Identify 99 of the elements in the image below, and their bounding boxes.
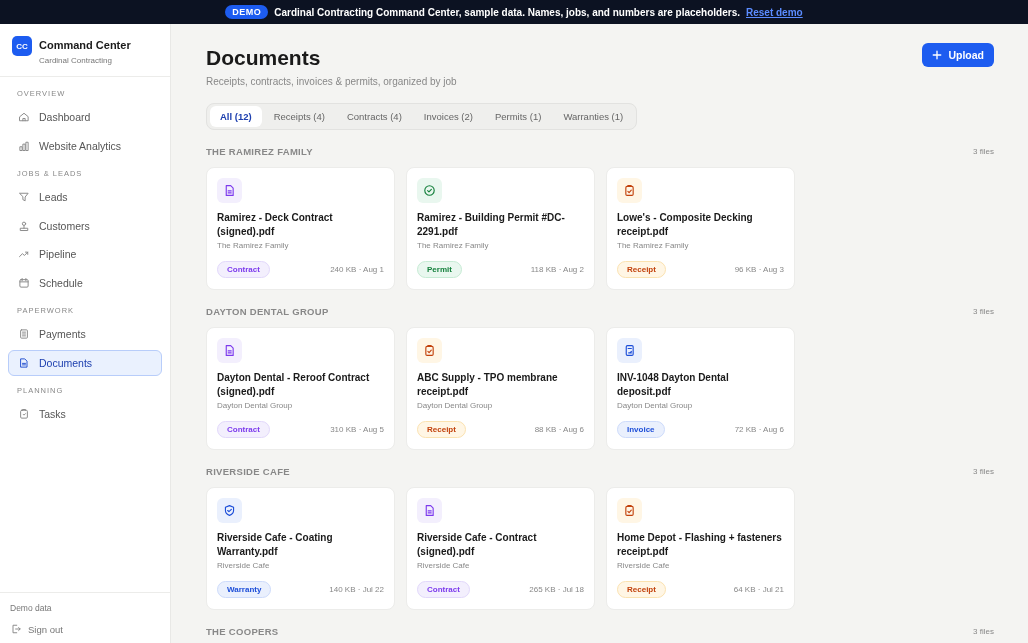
file-meta: 72 KB · Aug 6 bbox=[734, 425, 784, 434]
document-type-tag: Receipt bbox=[617, 261, 666, 278]
group-heading: THE RAMIREZ FAMILY bbox=[206, 146, 313, 157]
group-heading: THE COOPERS bbox=[206, 626, 279, 637]
client-name: Riverside Cafe bbox=[617, 561, 671, 570]
document-card[interactable]: Home Depot - Flashing + fasteners receipt.pdf Riverside Cafe Receipt 64 KB · Jul 21 bbox=[606, 487, 795, 610]
document-title: Home Depot - Flashing + fasteners receipt.pdf bbox=[617, 531, 783, 559]
clipboard-check-icon bbox=[423, 344, 436, 357]
page-subtitle: Receipts, contracts, invoices & permits, organized by job bbox=[206, 76, 457, 87]
sign-out-icon bbox=[10, 623, 22, 635]
client-name: Riverside Cafe bbox=[217, 561, 271, 570]
document-card[interactable]: Riverside Cafe - Contract (signed).pdf Riverside Cafe Contract 265 KB · Jul 18 bbox=[406, 487, 595, 610]
client-name: Dayton Dental Group bbox=[217, 401, 294, 410]
file-meta: 96 KB · Aug 3 bbox=[734, 265, 784, 274]
invoice-icon bbox=[623, 344, 636, 357]
demo-badge: DEMO bbox=[225, 5, 269, 19]
app-name: Command Center bbox=[39, 39, 131, 51]
file-meta: 140 KB · Jul 22 bbox=[329, 585, 384, 594]
client-name: The Ramirez Family bbox=[217, 241, 290, 250]
document-card[interactable]: ABC Supply - TPO membrane receipt.pdf Dayton Dental Group Receipt 88 KB · Aug 6 bbox=[406, 327, 595, 450]
filter-tab[interactable]: Invoices (2) bbox=[413, 106, 483, 127]
clipboard-check-icon bbox=[623, 184, 636, 197]
filter-icon bbox=[18, 191, 30, 203]
clipboard-icon bbox=[18, 408, 30, 420]
sidebar-item[interactable]: Website Analytics bbox=[8, 132, 162, 159]
document-title: Ramirez - Building Permit #DC-2291.pdf bbox=[417, 211, 566, 239]
document-title: Riverside Cafe - Contract (signed).pdf bbox=[417, 531, 538, 559]
document-card[interactable]: Riverside Cafe - Coating Warranty.pdf Riverside Cafe Warranty 140 KB · Jul 22 bbox=[206, 487, 395, 610]
document-title: Lowe's - Composite Decking receipt.pdf bbox=[617, 211, 754, 239]
sidebar-item[interactable]: Schedule bbox=[8, 269, 162, 296]
document-card[interactable]: Lowe's - Composite Decking receipt.pdf The Ramirez Family Receipt 96 KB · Aug 3 bbox=[606, 167, 795, 290]
document-type-tag: Contract bbox=[217, 261, 270, 278]
document-icon bbox=[223, 344, 236, 357]
clipboard-check-icon bbox=[623, 504, 636, 517]
upload-button[interactable]: Upload bbox=[922, 43, 994, 67]
document-type-tag: Contract bbox=[217, 421, 270, 438]
file-meta: 240 KB · Aug 1 bbox=[330, 265, 384, 274]
client-name: Dayton Dental Group bbox=[617, 401, 694, 410]
file-count: 3 files bbox=[973, 467, 994, 476]
filter-tab[interactable]: Permits (1) bbox=[484, 106, 552, 127]
document-title: Riverside Cafe - Coating Warranty.pdf bbox=[217, 531, 334, 559]
document-card[interactable]: Ramirez - Deck Contract (signed).pdf The Ramirez Family Contract 240 KB · Aug 1 bbox=[206, 167, 395, 290]
document-card[interactable]: INV-1048 Dayton Dental deposit.pdf Dayton Dental Group Invoice 72 KB · Aug 6 bbox=[606, 327, 795, 450]
document-type-tag: Receipt bbox=[417, 421, 466, 438]
sidebar-item[interactable]: Payments bbox=[8, 321, 162, 347]
check-circle-icon bbox=[423, 184, 436, 197]
document-icon bbox=[223, 184, 236, 197]
filter-tab[interactable]: Contracts (4) bbox=[336, 106, 412, 127]
receipt-icon bbox=[18, 328, 30, 340]
document-icon bbox=[18, 356, 30, 369]
sidebar-item[interactable]: Customers bbox=[8, 212, 162, 239]
company-name: Cardinal Contracting bbox=[39, 56, 113, 65]
document-title: Dayton Dental - Reroof Contract (signed).pdf bbox=[217, 371, 371, 399]
file-meta: 118 KB · Aug 2 bbox=[530, 265, 584, 274]
trend-icon bbox=[18, 248, 30, 260]
reset-demo-link[interactable]: Reset demo bbox=[746, 6, 803, 18]
document-icon bbox=[423, 504, 436, 517]
plus-icon bbox=[932, 50, 943, 60]
document-card[interactable]: Ramirez - Building Permit #DC-2291.pdf The Ramirez Family Permit 118 KB · Aug 2 bbox=[406, 167, 595, 290]
client-name: Riverside Cafe bbox=[417, 561, 471, 570]
document-title: INV-1048 Dayton Dental deposit.pdf bbox=[617, 371, 730, 399]
sidebar-item[interactable]: Pipeline bbox=[8, 241, 162, 267]
sign-out-link[interactable]: Sign out bbox=[10, 623, 160, 635]
filter-tab[interactable]: All (12) bbox=[210, 106, 262, 127]
file-meta: 88 KB · Aug 6 bbox=[534, 425, 584, 434]
file-count: 3 files bbox=[973, 147, 994, 156]
home-icon bbox=[18, 111, 30, 123]
document-type-tag: Contract bbox=[417, 581, 470, 598]
sidebar-item[interactable]: Documents bbox=[8, 349, 162, 376]
shield-check-icon bbox=[223, 504, 236, 517]
filter-tab[interactable]: Receipts (4) bbox=[263, 106, 335, 127]
file-meta: 265 KB · Jul 18 bbox=[529, 585, 584, 594]
document-title: ABC Supply - TPO membrane receipt.pdf bbox=[417, 371, 559, 399]
app-logo: CC bbox=[12, 36, 32, 56]
file-meta: 310 KB · Aug 5 bbox=[330, 425, 384, 434]
sidebar-item[interactable]: Dashboard bbox=[8, 104, 162, 130]
document-type-tag: Permit bbox=[417, 261, 462, 278]
document-card[interactable]: Dayton Dental - Reroof Contract (signed).pdf Dayton Dental Group Contract 310 KB · Aug 5 bbox=[206, 327, 395, 450]
page-title: Documents bbox=[206, 46, 322, 70]
document-title: Ramirez - Deck Contract (signed).pdf bbox=[217, 211, 334, 239]
sidebar-item[interactable]: Tasks bbox=[8, 401, 162, 427]
people-icon bbox=[18, 219, 30, 232]
file-count: 3 files bbox=[973, 627, 994, 636]
client-name: The Ramirez Family bbox=[617, 241, 690, 250]
filter-tab[interactable]: Warranties (1) bbox=[553, 106, 634, 127]
sidebar-item[interactable]: Leads bbox=[8, 184, 162, 210]
calendar-icon bbox=[18, 276, 30, 289]
client-name: The Ramirez Family bbox=[417, 241, 490, 250]
client-name: Dayton Dental Group bbox=[417, 401, 494, 410]
group-heading: RIVERSIDE CAFE bbox=[206, 466, 290, 477]
bar-chart-icon bbox=[18, 139, 30, 152]
group-heading: DAYTON DENTAL GROUP bbox=[206, 306, 329, 317]
demo-data-label: Demo data bbox=[10, 603, 53, 613]
document-type-tag: Receipt bbox=[617, 581, 666, 598]
file-count: 3 files bbox=[973, 307, 994, 316]
file-meta: 64 KB · Jul 21 bbox=[733, 585, 784, 594]
document-type-tag: Invoice bbox=[617, 421, 665, 438]
banner-message: Cardinal Contracting Command Center, sample data. Names, jobs, and numbers are placeholders. bbox=[274, 6, 740, 18]
document-type-tag: Warranty bbox=[217, 581, 272, 598]
